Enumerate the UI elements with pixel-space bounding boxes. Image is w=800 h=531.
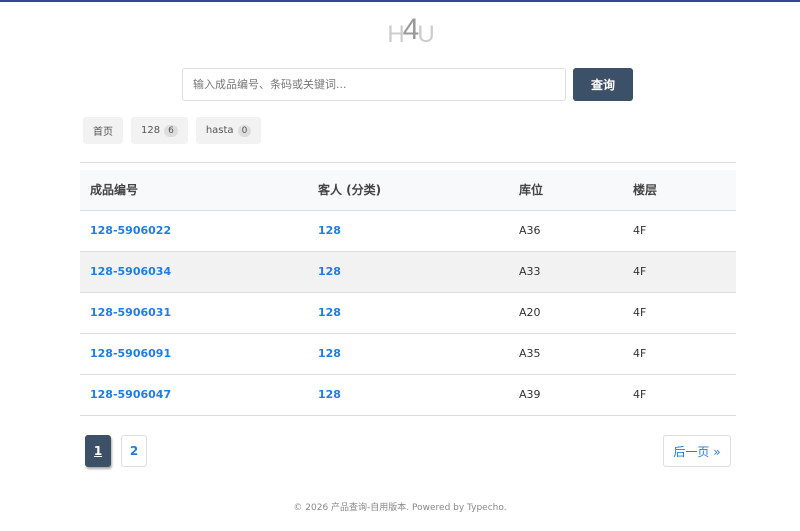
floor-cell: 4F xyxy=(623,374,736,416)
column-header: 客人 (分类) xyxy=(308,170,509,211)
page-1-button[interactable]: 1 xyxy=(85,435,111,467)
count-badge: 0 xyxy=(237,124,252,137)
page-2-button[interactable]: 2 xyxy=(121,435,147,467)
table-row: 128-5906047 128 A39 4F xyxy=(80,374,736,416)
product-id-cell: 128-5906031 xyxy=(80,292,308,334)
category-tags: 首页 128 6 hasta 0 xyxy=(83,117,262,144)
customer-cell: 128 xyxy=(308,292,509,334)
search-button[interactable]: 查询 xyxy=(573,68,633,101)
table-row: 128-5906022 128 A36 4F xyxy=(80,210,736,252)
product-table: 成品编号 客人 (分类) 库位 楼层 128-5906022 128 A36 4F 12… xyxy=(80,170,736,416)
product-link[interactable]: 128-5906034 xyxy=(90,265,171,278)
customer-cell: 128 xyxy=(308,210,509,252)
product-id-cell: 128-5906034 xyxy=(80,251,308,293)
customer-cell: 128 xyxy=(308,333,509,375)
location-cell: A36 xyxy=(509,210,623,252)
search-form: 查询 xyxy=(182,68,633,101)
column-header: 库位 xyxy=(509,170,623,211)
customer-link[interactable]: 128 xyxy=(318,306,341,319)
tag-hasta[interactable]: hasta 0 xyxy=(195,117,262,144)
next-page-button[interactable]: 后一页 » xyxy=(663,435,731,467)
location-cell: A39 xyxy=(509,374,623,416)
product-link[interactable]: 128-5906091 xyxy=(90,347,171,360)
logo[interactable]: H4U xyxy=(380,13,440,50)
customer-link[interactable]: 128 xyxy=(318,265,341,278)
product-link[interactable]: 128-5906047 xyxy=(90,388,171,401)
column-header: 成品编号 xyxy=(80,170,308,211)
customer-cell: 128 xyxy=(308,251,509,293)
footer: © 2026 产品查询-自用版本. Powered by Typecho. xyxy=(293,503,507,513)
product-link[interactable]: 128-5906022 xyxy=(90,224,171,237)
customer-link[interactable]: 128 xyxy=(318,224,341,237)
product-link[interactable]: 128-5906031 xyxy=(90,306,171,319)
pagination: 1 2 xyxy=(85,435,147,467)
customer-link[interactable]: 128 xyxy=(318,347,341,360)
location-cell: A35 xyxy=(509,333,623,375)
floor-cell: 4F xyxy=(623,292,736,334)
search-input[interactable] xyxy=(182,68,566,101)
product-id-cell: 128-5906022 xyxy=(80,210,308,252)
floor-cell: 4F xyxy=(623,333,736,375)
floor-cell: 4F xyxy=(623,210,736,252)
table-row: 128-5906034 128 A33 4F xyxy=(80,251,736,293)
column-header: 楼层 xyxy=(623,170,736,211)
customer-cell: 128 xyxy=(308,374,509,416)
product-id-cell: 128-5906091 xyxy=(80,333,308,375)
location-cell: A33 xyxy=(509,251,623,293)
floor-cell: 4F xyxy=(623,251,736,293)
count-badge: 6 xyxy=(164,124,178,137)
location-cell: A20 xyxy=(509,292,623,334)
tag-home[interactable]: 首页 xyxy=(83,117,123,144)
tag-128[interactable]: 128 6 xyxy=(131,117,188,144)
customer-link[interactable]: 128 xyxy=(318,388,341,401)
divider xyxy=(80,162,736,163)
table-row: 128-5906031 128 A20 4F xyxy=(80,292,736,334)
product-id-cell: 128-5906047 xyxy=(80,374,308,416)
table-row: 128-5906091 128 A35 4F xyxy=(80,333,736,375)
